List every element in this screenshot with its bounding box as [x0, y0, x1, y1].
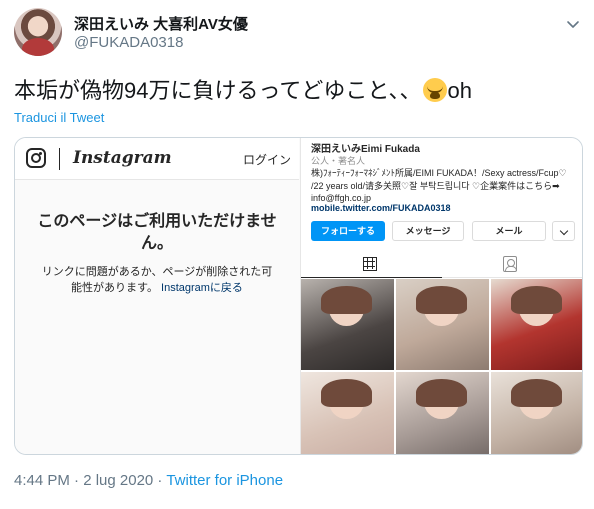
tweet: 深田えいみ 大喜利AV女優 @FUKADA0318 本垢が偽物94万に負けるって…	[0, 0, 594, 509]
profile-name: 深田えいみEimi Fukada	[311, 144, 420, 155]
chevron-down-icon[interactable]	[552, 221, 575, 241]
profile-link[interactable]: mobile.twitter.com/FUKADA0318	[311, 203, 451, 213]
active-tab-indicator	[301, 277, 442, 278]
header-divider	[59, 148, 60, 170]
mail-button[interactable]: メール	[472, 221, 546, 241]
profile-tabs	[301, 252, 582, 278]
tagged-person-icon[interactable]	[503, 256, 517, 272]
message-button[interactable]: メッセージ	[392, 221, 464, 241]
grid-icon[interactable]	[363, 257, 377, 271]
photo-thumbnail[interactable]	[301, 279, 394, 370]
tweet-timestamp[interactable]: 4:44 PM · 2 lug 2020 ·	[14, 472, 166, 489]
photo-thumbnail[interactable]	[491, 279, 582, 370]
instagram-unavailable-panel: Instagram ログイン このページはご利用いただけません。 リンクに問題が…	[15, 138, 299, 454]
back-to-instagram-link[interactable]: Instagramに戻る	[161, 282, 243, 294]
loudly-crying-face-icon	[422, 78, 447, 102]
link-card[interactable]: Instagram ログイン このページはご利用いただけません。 リンクに問題が…	[14, 137, 583, 455]
login-link[interactable]: ログイン	[243, 151, 291, 168]
tweet-text: 本垢が偽物94万に負けるってどゆこと、、 oh	[14, 76, 472, 106]
display-name[interactable]: 深田えいみ 大喜利AV女優	[74, 13, 248, 34]
instagram-wordmark[interactable]: Instagram	[73, 148, 172, 168]
profile-category: 公人・著名人	[311, 156, 366, 166]
follow-button[interactable]: フォローする	[311, 221, 385, 241]
tweet-text-suffix: oh	[447, 78, 472, 103]
photo-grid	[301, 279, 582, 454]
tweet-metadata: 4:44 PM · 2 lug 2020 · Twitter for iPhon…	[14, 472, 283, 489]
chevron-down-icon[interactable]	[565, 16, 581, 32]
instagram-logo-icon[interactable]	[26, 148, 46, 168]
translate-link[interactable]: Traduci il Tweet	[14, 110, 104, 125]
unavailable-title: このページはご利用いただけません。	[37, 213, 277, 252]
photo-thumbnail[interactable]	[396, 372, 489, 454]
instagram-header: Instagram ログイン	[15, 138, 299, 180]
photo-thumbnail[interactable]	[301, 372, 394, 454]
profile-bio: 株)ﾌｫｰﾃｨｰﾌｫｰﾏﾈｼﾞﾒﾝﾄ所属/EIMI FUKADA！/Sexy a…	[311, 168, 567, 203]
tweet-source[interactable]: Twitter for iPhone	[166, 472, 283, 489]
photo-thumbnail[interactable]	[491, 372, 582, 454]
instagram-profile-panel: 深田えいみEimi Fukada 公人・著名人 株)ﾌｫｰﾃｨｰﾌｫｰﾏﾈｼﾞﾒ…	[300, 138, 582, 454]
photo-thumbnail[interactable]	[396, 279, 489, 370]
tweet-text-main: 本垢が偽物94万に負けるってどゆこと、、	[14, 78, 422, 103]
user-handle[interactable]: @FUKADA0318	[74, 34, 183, 51]
avatar[interactable]	[14, 8, 62, 56]
unavailable-message: リンクに問題があるか、ページが削除された可能性があります。 Instagramに…	[37, 264, 277, 296]
